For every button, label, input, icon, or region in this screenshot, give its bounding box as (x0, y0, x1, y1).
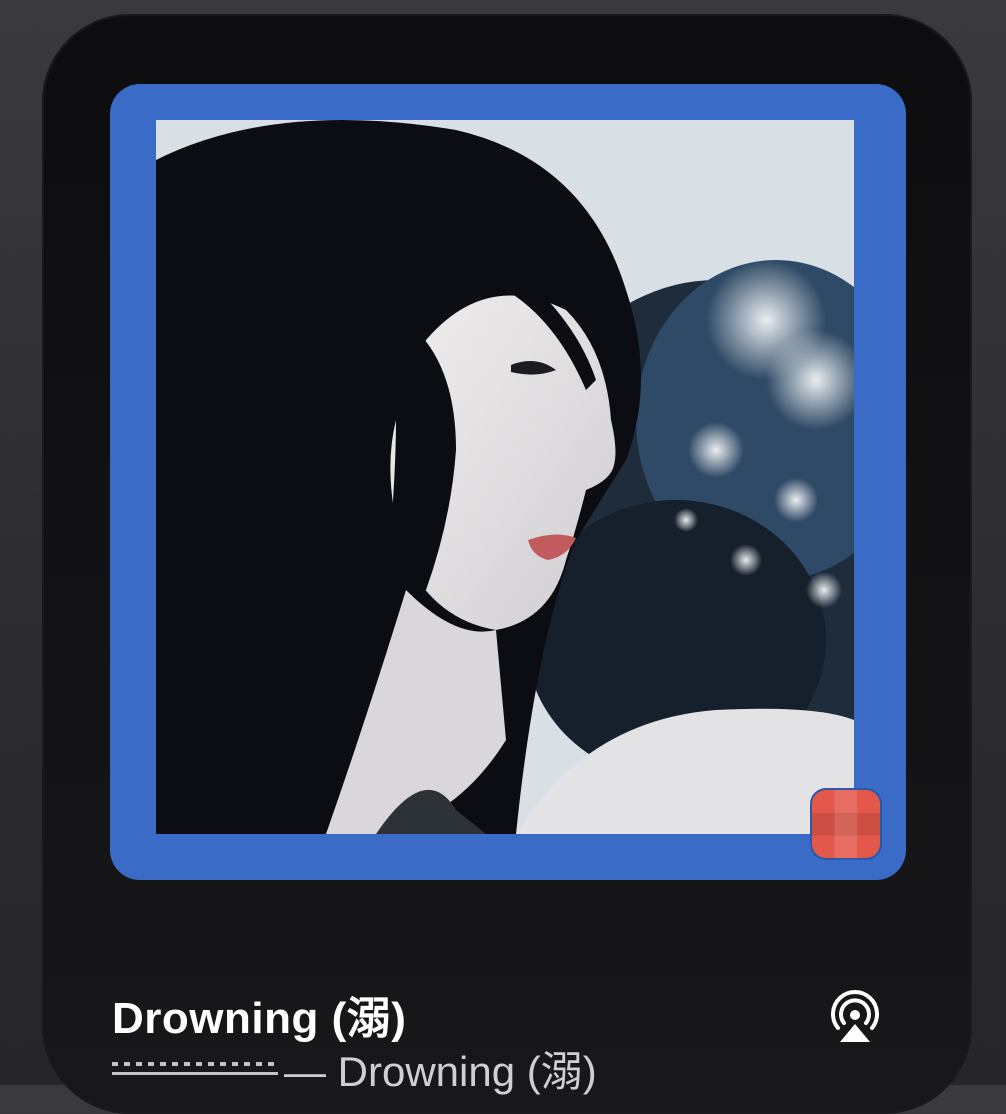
song-subtitle-text: — Drowning (溺) (284, 1048, 597, 1095)
song-title: Drowning (溺) (112, 994, 407, 1043)
airplay-button[interactable] (824, 986, 886, 1048)
redacted-artist-name (112, 1056, 278, 1080)
music-app-icon (812, 790, 880, 858)
song-subtitle: — Drowning (溺) (112, 1038, 597, 1099)
airplay-icon (831, 990, 879, 1042)
album-artwork-frame[interactable] (110, 84, 906, 880)
album-artwork (156, 120, 854, 834)
